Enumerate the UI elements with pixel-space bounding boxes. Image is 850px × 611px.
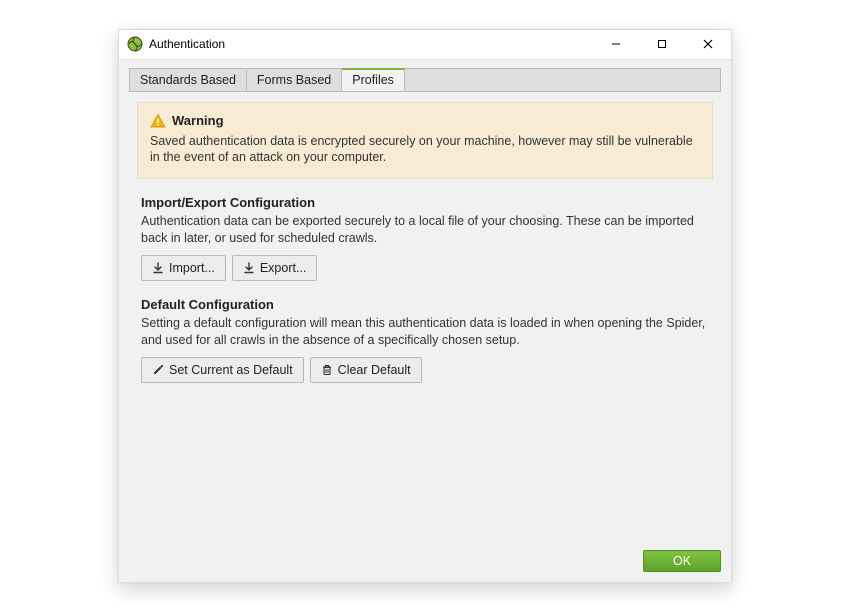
button-label: Clear Default xyxy=(338,363,411,377)
ok-button[interactable]: OK xyxy=(643,550,721,572)
button-label: OK xyxy=(673,554,691,568)
titlebar: Authentication xyxy=(119,30,731,60)
section-title: Import/Export Configuration xyxy=(141,195,709,210)
tabs: Standards Based Forms Based Profiles xyxy=(129,68,721,92)
maximize-button[interactable] xyxy=(639,29,685,59)
tab-profiles[interactable]: Profiles xyxy=(342,68,405,91)
tab-label: Profiles xyxy=(352,73,394,87)
section-desc: Setting a default configuration will mea… xyxy=(141,315,709,349)
import-button[interactable]: Import... xyxy=(141,255,226,281)
authentication-dialog: Authentication Standards B xyxy=(118,29,732,583)
pencil-icon xyxy=(152,364,164,376)
close-icon xyxy=(703,39,713,49)
app-icon xyxy=(127,36,143,52)
button-label: Set Current as Default xyxy=(169,363,293,377)
minimize-icon xyxy=(611,39,621,49)
window-title: Authentication xyxy=(149,37,225,51)
tab-label: Forms Based xyxy=(257,73,331,87)
section-desc: Authentication data can be exported secu… xyxy=(141,213,709,247)
export-button[interactable]: Export... xyxy=(232,255,318,281)
section-title: Default Configuration xyxy=(141,297,709,312)
download-icon xyxy=(152,262,164,274)
tab-content: Warning Saved authentication data is enc… xyxy=(129,92,721,536)
tab-forms-based[interactable]: Forms Based xyxy=(247,69,342,91)
trash-icon xyxy=(321,364,333,376)
maximize-icon xyxy=(657,39,667,49)
button-label: Import... xyxy=(169,261,215,275)
import-export-section: Import/Export Configuration Authenticati… xyxy=(137,195,713,281)
warning-body: Saved authentication data is encrypted s… xyxy=(150,133,700,167)
warning-heading: Warning xyxy=(172,113,224,128)
button-label: Export... xyxy=(260,261,307,275)
set-default-button[interactable]: Set Current as Default xyxy=(141,357,304,383)
tab-standards-based[interactable]: Standards Based xyxy=(130,69,247,91)
clear-default-button[interactable]: Clear Default xyxy=(310,357,422,383)
dialog-footer: OK xyxy=(119,544,731,582)
warning-panel: Warning Saved authentication data is enc… xyxy=(137,102,713,180)
warning-icon xyxy=(150,113,166,129)
tabs-empty-space xyxy=(405,69,720,91)
tab-label: Standards Based xyxy=(140,73,236,87)
minimize-button[interactable] xyxy=(593,29,639,59)
download-icon xyxy=(243,262,255,274)
default-config-section: Default Configuration Setting a default … xyxy=(137,297,713,383)
close-button[interactable] xyxy=(685,29,731,59)
